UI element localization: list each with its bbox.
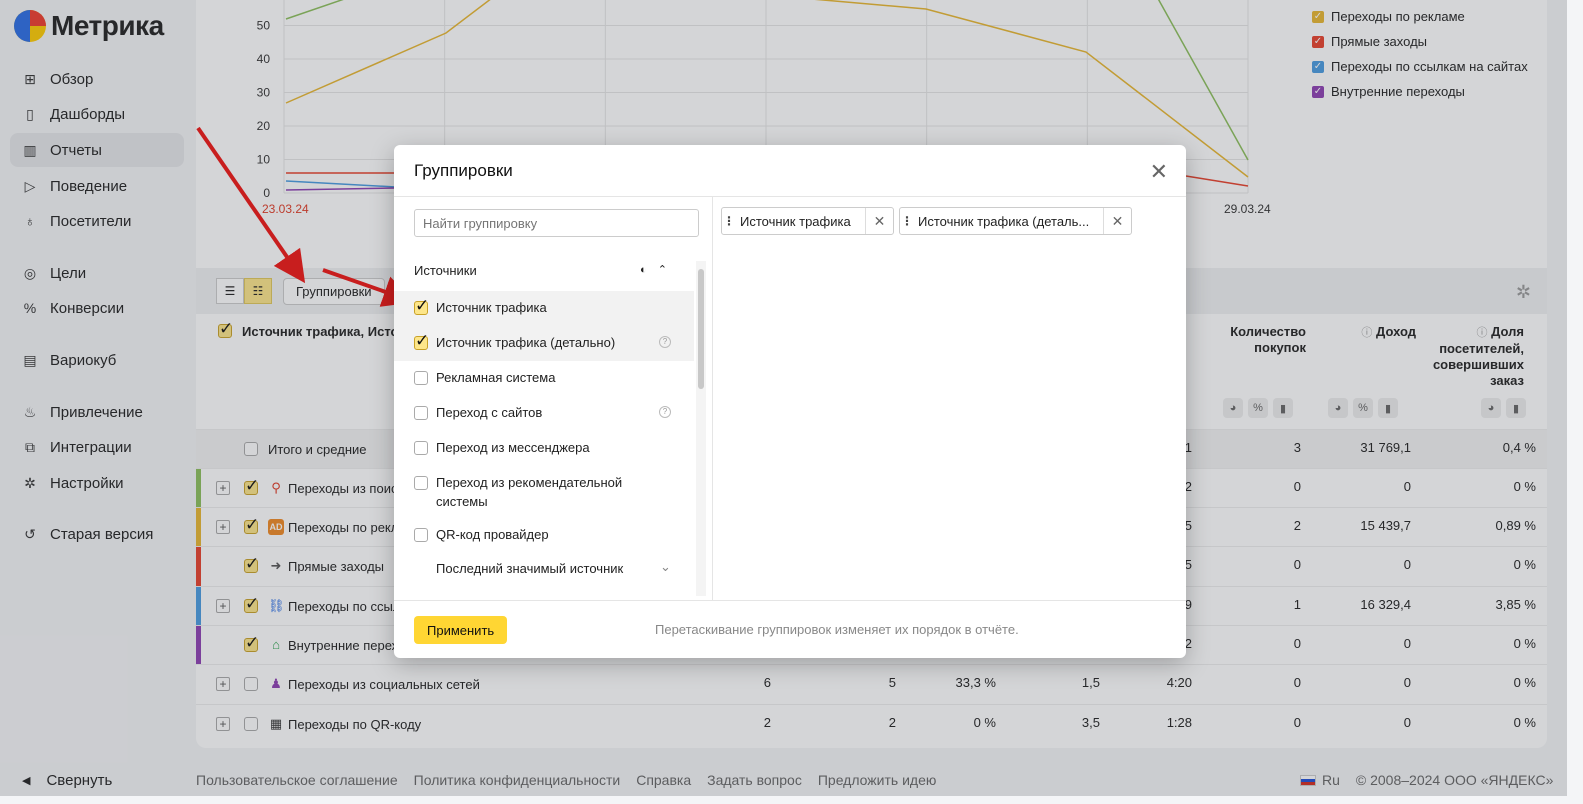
grouping-option[interactable]: Источник трафика — [394, 291, 694, 326]
list-scrollbar[interactable] — [696, 261, 706, 596]
chevron-down-icon: ⌄ — [660, 559, 671, 574]
selected-grouping-chip[interactable]: ⋮ Источник трафика ✕ — [721, 207, 894, 235]
section-header-sources[interactable]: Источники — [414, 263, 477, 278]
option-checkbox[interactable] — [414, 441, 428, 455]
divider — [712, 197, 713, 600]
remove-chip-close-icon[interactable]: ✕ — [865, 208, 893, 234]
section-controls[interactable]: ◐ ⌃ — [640, 263, 667, 276]
option-checkbox[interactable] — [414, 296, 429, 316]
help-icon[interactable]: ? — [659, 336, 671, 348]
grouping-search-input[interactable] — [414, 209, 699, 237]
grouping-option[interactable]: Переход из рекомендательной системы — [394, 466, 694, 518]
remove-chip-close-icon[interactable]: ✕ — [1103, 208, 1131, 234]
chevron-up-icon: ⌃ — [657, 264, 667, 276]
help-icon[interactable]: ? — [659, 406, 671, 418]
groupings-modal: Группировки ✕ Источники ◐ ⌃ Источник тра… — [394, 145, 1186, 658]
drag-handle-icon[interactable]: ⋮ — [900, 214, 914, 228]
grouping-option[interactable]: Рекламная система — [394, 361, 694, 396]
option-checkbox[interactable] — [414, 406, 428, 420]
divider — [394, 600, 1186, 601]
grouping-option[interactable]: Источник трафика (детально) ? — [394, 326, 694, 361]
drag-handle-icon[interactable]: ⋮ — [722, 214, 736, 228]
grouping-option[interactable]: Переход с сайтов ? — [394, 396, 694, 431]
close-icon[interactable]: ✕ — [1150, 161, 1168, 183]
option-checkbox[interactable] — [414, 331, 429, 351]
apply-button[interactable]: Применить — [414, 616, 508, 644]
modal-title: Группировки — [414, 161, 513, 180]
grouping-option[interactable]: QR-код провайдер — [394, 518, 694, 553]
divider — [394, 196, 1186, 197]
option-checkbox[interactable] — [414, 528, 428, 542]
reorder-hint: Перетаскивание группировок изменяет их п… — [655, 622, 1019, 637]
option-checkbox[interactable] — [414, 371, 428, 385]
scrollbar-thumb[interactable] — [698, 269, 704, 389]
half-circle-icon: ◐ — [640, 264, 647, 276]
grouping-list: Источники ◐ ⌃ Источник трафика Источник … — [394, 249, 712, 599]
grouping-option[interactable]: Переход из мессенджера — [394, 431, 694, 466]
selected-grouping-chip[interactable]: ⋮ Источник трафика (деталь... ✕ — [899, 207, 1132, 235]
option-checkbox[interactable] — [414, 476, 428, 490]
grouping-subsection[interactable]: Последний значимый источник ⌄ — [394, 553, 694, 588]
